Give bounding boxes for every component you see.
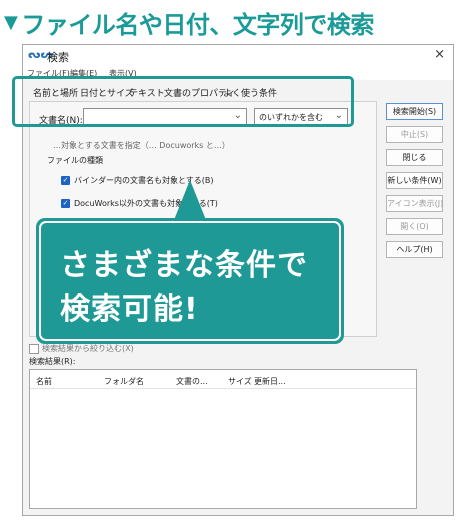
callout-line-2: 検索可能!	[60, 292, 199, 327]
callout-line-1: さまざまな条件で	[60, 248, 308, 283]
callout-box: さまざまな条件で 検索可能!	[36, 218, 344, 344]
